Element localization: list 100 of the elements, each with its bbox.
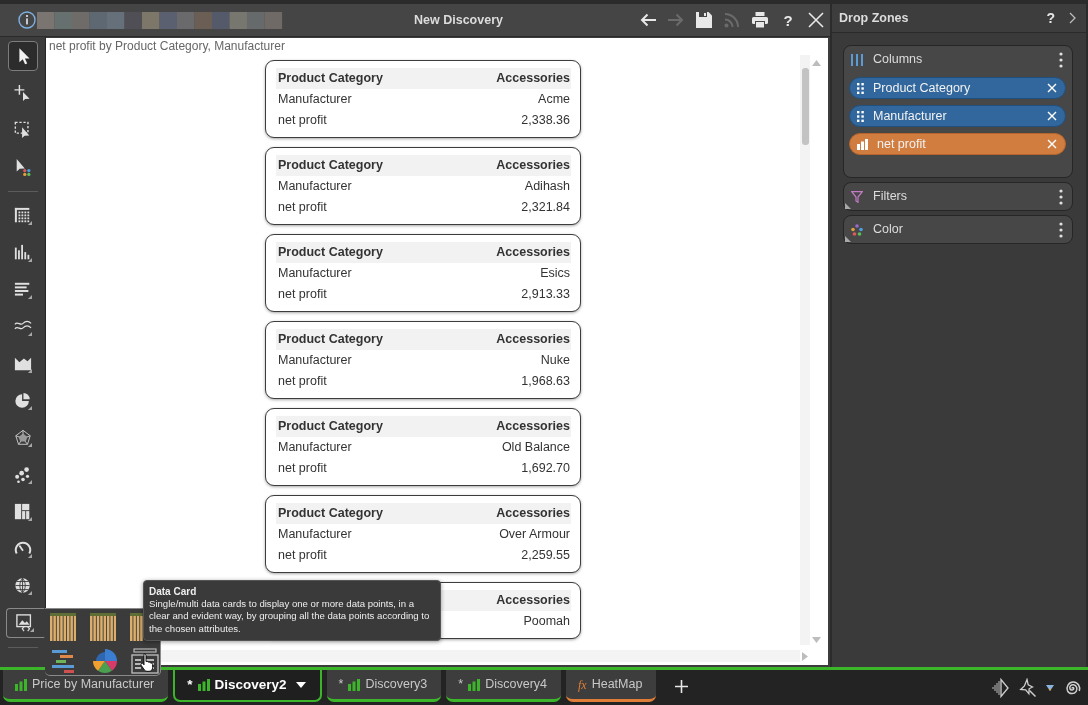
globe-icon[interactable] xyxy=(13,577,32,595)
dropdown-caret-icon[interactable] xyxy=(295,682,306,688)
card-header-value: Accessories xyxy=(496,157,570,175)
chevron-right-icon[interactable] xyxy=(1069,12,1076,24)
dashed-selection-icon[interactable] xyxy=(13,121,32,139)
caret-icon[interactable] xyxy=(1046,684,1054,691)
bar-chart-icon[interactable] xyxy=(468,678,481,691)
treemap-icon[interactable] xyxy=(13,503,32,521)
card-field-value: 2,338.36 xyxy=(521,112,570,130)
card-field-value: Nuke xyxy=(540,352,570,370)
card-field-value: Over Armour xyxy=(499,526,570,544)
columns-icon xyxy=(851,53,863,66)
card-field-label: Manufacturer xyxy=(278,91,352,109)
panel-title: Drop Zones xyxy=(839,9,910,27)
funnel-icon xyxy=(851,190,863,203)
sunburst-icon[interactable] xyxy=(90,647,120,675)
kebab-menu-icon[interactable] xyxy=(1059,221,1063,238)
area-chart-icon[interactable] xyxy=(13,355,32,373)
remove-icon[interactable] xyxy=(1047,139,1057,149)
card-field-label: net profit xyxy=(278,460,327,478)
striped-bars-icon[interactable] xyxy=(90,613,116,641)
card-header-label: Product Category xyxy=(278,505,383,523)
tooltip-text: Single/multi data cards to display one or more data points, in a clear and evident way, by grouping all the data points according to the chosen attributes. xyxy=(149,597,431,635)
print-icon[interactable] xyxy=(751,11,769,29)
card-field-value: 2,913.33 xyxy=(521,286,570,304)
save-icon[interactable] xyxy=(695,11,713,29)
tool-button[interactable] xyxy=(6,608,45,638)
card-header-value: Accessories xyxy=(496,244,570,262)
remove-icon[interactable] xyxy=(1047,111,1057,121)
card-header-value: Accessories xyxy=(496,331,570,349)
wave-lines-icon[interactable] xyxy=(13,318,32,336)
chart-caption: net profit by Product Category, Manufacturer xyxy=(48,38,286,55)
scrollbar-track[interactable] xyxy=(800,55,810,645)
corner-triangle-icon xyxy=(845,203,851,209)
tool-button[interactable] xyxy=(7,41,38,71)
crosshair-arrow-icon[interactable] xyxy=(13,84,32,102)
pin-icon[interactable] xyxy=(1018,677,1038,698)
card-field-label: Manufacturer xyxy=(278,352,352,370)
bar-chart-icon[interactable] xyxy=(348,678,361,691)
back-arrow-icon[interactable] xyxy=(639,11,657,29)
card-field-value: Esics xyxy=(540,265,570,283)
field-pill[interactable]: Product Category xyxy=(849,77,1066,99)
card-header-label: Product Category xyxy=(278,244,383,262)
scrollbar-thumb[interactable] xyxy=(801,68,809,145)
card-field-label: net profit xyxy=(278,286,327,304)
card-field-value: Old Balance xyxy=(501,439,570,457)
card-header-value: Accessories xyxy=(496,592,570,610)
hand-cursor-icon xyxy=(140,653,154,672)
zone-title: Color xyxy=(873,221,904,239)
kebab-menu-icon[interactable] xyxy=(1059,188,1063,205)
bar-chart-icon xyxy=(857,138,868,150)
pie-chart-icon[interactable] xyxy=(13,392,32,410)
tooltip-title: Data Card xyxy=(149,584,198,598)
gauge-icon[interactable] xyxy=(13,540,32,558)
grip-icon xyxy=(857,110,864,122)
card-field-value: 1,968.63 xyxy=(521,373,570,391)
scatter-dots-icon[interactable] xyxy=(13,466,32,484)
tab[interactable]: * Discovery4 xyxy=(446,670,561,702)
info-icon[interactable] xyxy=(18,11,36,29)
grip-icon xyxy=(857,82,864,94)
tab[interactable]: * Discovery3 xyxy=(326,670,442,702)
bar-chart-icon[interactable] xyxy=(13,244,32,262)
card-field-label: Manufacturer xyxy=(278,526,352,544)
striped-bars-icon[interactable] xyxy=(130,613,143,641)
bar-chart-icon[interactable] xyxy=(197,679,210,691)
zone-title: Filters xyxy=(873,188,909,206)
radar-chart-icon[interactable] xyxy=(13,429,32,447)
plus-icon[interactable] xyxy=(675,680,689,693)
corner-triangle-icon xyxy=(845,236,851,242)
field-pill[interactable]: Manufacturer xyxy=(849,105,1066,127)
card-header-value: Accessories xyxy=(496,70,570,88)
remove-icon[interactable] xyxy=(1047,83,1057,93)
bar-chart-icon[interactable] xyxy=(15,678,27,691)
card-field-label: net profit xyxy=(278,547,327,565)
card-field-value: Adihash xyxy=(524,178,570,196)
card-field-label: net profit xyxy=(278,373,327,391)
card-header-value: Accessories xyxy=(496,505,570,523)
card-header-label: Product Category xyxy=(278,418,383,436)
tab[interactable]: * Discovery2 xyxy=(173,670,322,702)
card-field-label: net profit xyxy=(278,199,327,217)
card-header-value: Accessories xyxy=(496,418,570,436)
kebab-menu-icon[interactable] xyxy=(1059,51,1063,68)
zone-title: Columns xyxy=(873,51,924,69)
card-field-value: 2,259.55 xyxy=(521,547,570,565)
card-header-label: Product Category xyxy=(278,70,383,88)
picture-code-icon[interactable] xyxy=(16,614,34,632)
card-field-label: Manufacturer xyxy=(278,439,352,457)
horizontal-bars-icon[interactable] xyxy=(13,281,32,299)
striped-bars-icon[interactable] xyxy=(50,613,76,641)
card-field-label: Manufacturer xyxy=(278,178,352,196)
tab[interactable]: fx HeatMap xyxy=(566,670,657,702)
close-icon[interactable] xyxy=(807,11,825,29)
card-header-label: Product Category xyxy=(278,331,383,349)
prism-icon[interactable] xyxy=(990,677,1010,698)
help-button[interactable]: ? xyxy=(1040,11,1061,25)
card-field-value: 1,692.70 xyxy=(521,460,570,478)
help-button[interactable]: ? xyxy=(774,6,802,34)
window-title: New Discovery xyxy=(413,11,504,29)
card-field-label: Manufacturer xyxy=(278,265,352,283)
grid-icon[interactable] xyxy=(13,207,32,225)
